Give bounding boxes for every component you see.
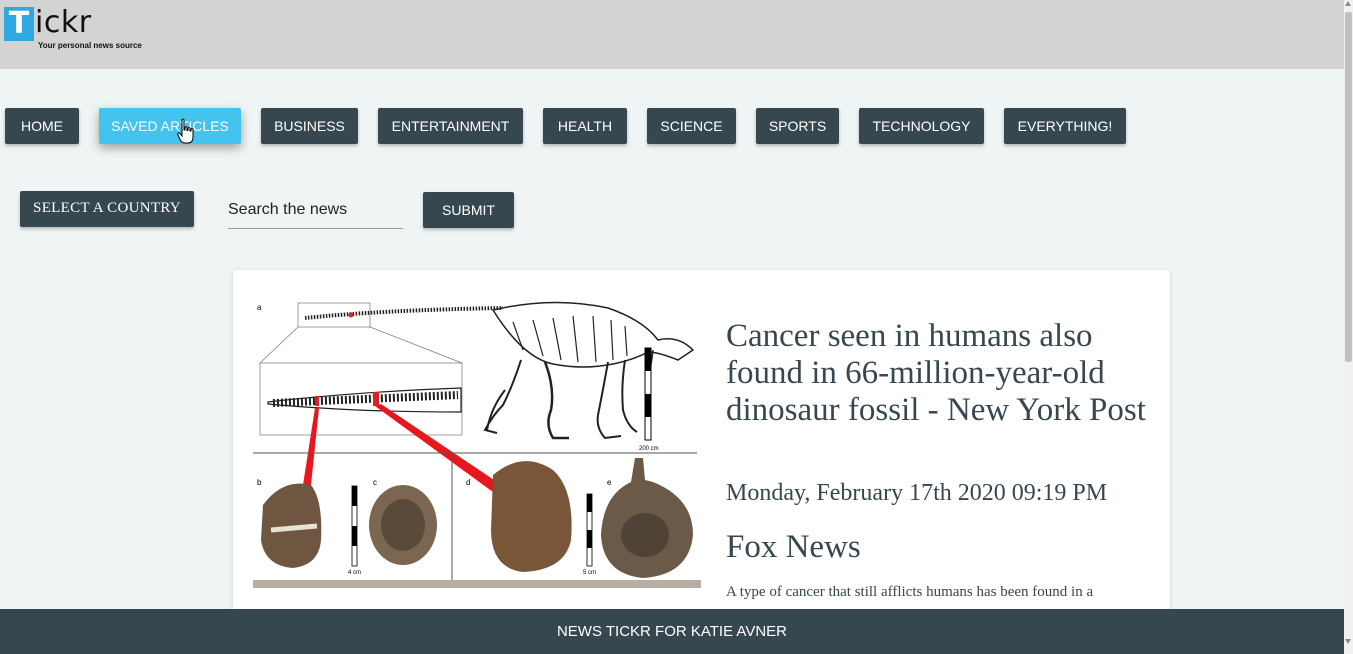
panel-b-label: b [257, 478, 262, 487]
scale-label-4cm: 4 cm [348, 570, 361, 576]
nav-science-button[interactable]: SCIENCE [647, 108, 736, 144]
logo-text: ickr [35, 5, 92, 40]
logo-letter: T [4, 7, 34, 41]
article-title[interactable]: Cancer seen in humans also found in 66-m… [726, 318, 1146, 429]
select-country-button[interactable]: SELECT A COUNTRY [20, 191, 194, 227]
panel-d-label: d [466, 478, 470, 487]
panel-a-label: a [257, 303, 262, 312]
article-image[interactable]: a 200 cm b c d e 4 cm 5 cm [253, 290, 701, 588]
header-bar: T ickr Your personal news source [0, 0, 1344, 69]
article-date: Monday, February 17th 2020 09:19 PM [726, 480, 1108, 506]
article-snippet: A type of cancer that still afflicts hum… [726, 584, 1094, 600]
hand-cursor-icon [177, 118, 194, 144]
nav-entertainment-button[interactable]: ENTERTAINMENT [378, 108, 523, 144]
footer-bar: NEWS TICKR FOR KATIE AVNER [0, 609, 1344, 654]
scroll-up-arrow-icon[interactable] [1345, 1, 1351, 6]
nav-saved-articles-button[interactable]: SAVED ARTICLES [99, 108, 241, 144]
nav-health-button[interactable]: HEALTH [543, 108, 627, 144]
scroll-down-arrow-icon[interactable] [1345, 639, 1351, 644]
dinosaur-fossil-illustration: a 200 cm b c d e 4 cm 5 cm [253, 290, 701, 588]
scrollbar-thumb[interactable] [1345, 12, 1352, 362]
logo-tagline: Your personal news source [38, 41, 142, 50]
search-news-input[interactable] [228, 192, 403, 229]
nav-technology-button[interactable]: TECHNOLOGY [859, 108, 984, 144]
vertical-scrollbar[interactable] [1344, 0, 1353, 654]
article-source: Fox News [726, 529, 861, 565]
nav-sports-button[interactable]: SPORTS [756, 108, 839, 144]
submit-button[interactable]: SUBMIT [423, 192, 514, 228]
scale-label-200cm: 200 cm [639, 446, 659, 452]
article-card[interactable]: a 200 cm b c d e 4 cm 5 cm Cancer seen i… [233, 270, 1170, 630]
nav-everything-button[interactable]: EVERYTHING! [1004, 108, 1126, 144]
tickr-logo[interactable]: T ickr Your personal news source [4, 5, 144, 57]
scale-label-5cm: 5 cm [583, 570, 596, 576]
nav-business-button[interactable]: BUSINESS [261, 108, 358, 144]
panel-e-label: e [607, 478, 612, 487]
nav-home-button[interactable]: HOME [5, 108, 79, 144]
panel-c-label: c [373, 478, 377, 487]
